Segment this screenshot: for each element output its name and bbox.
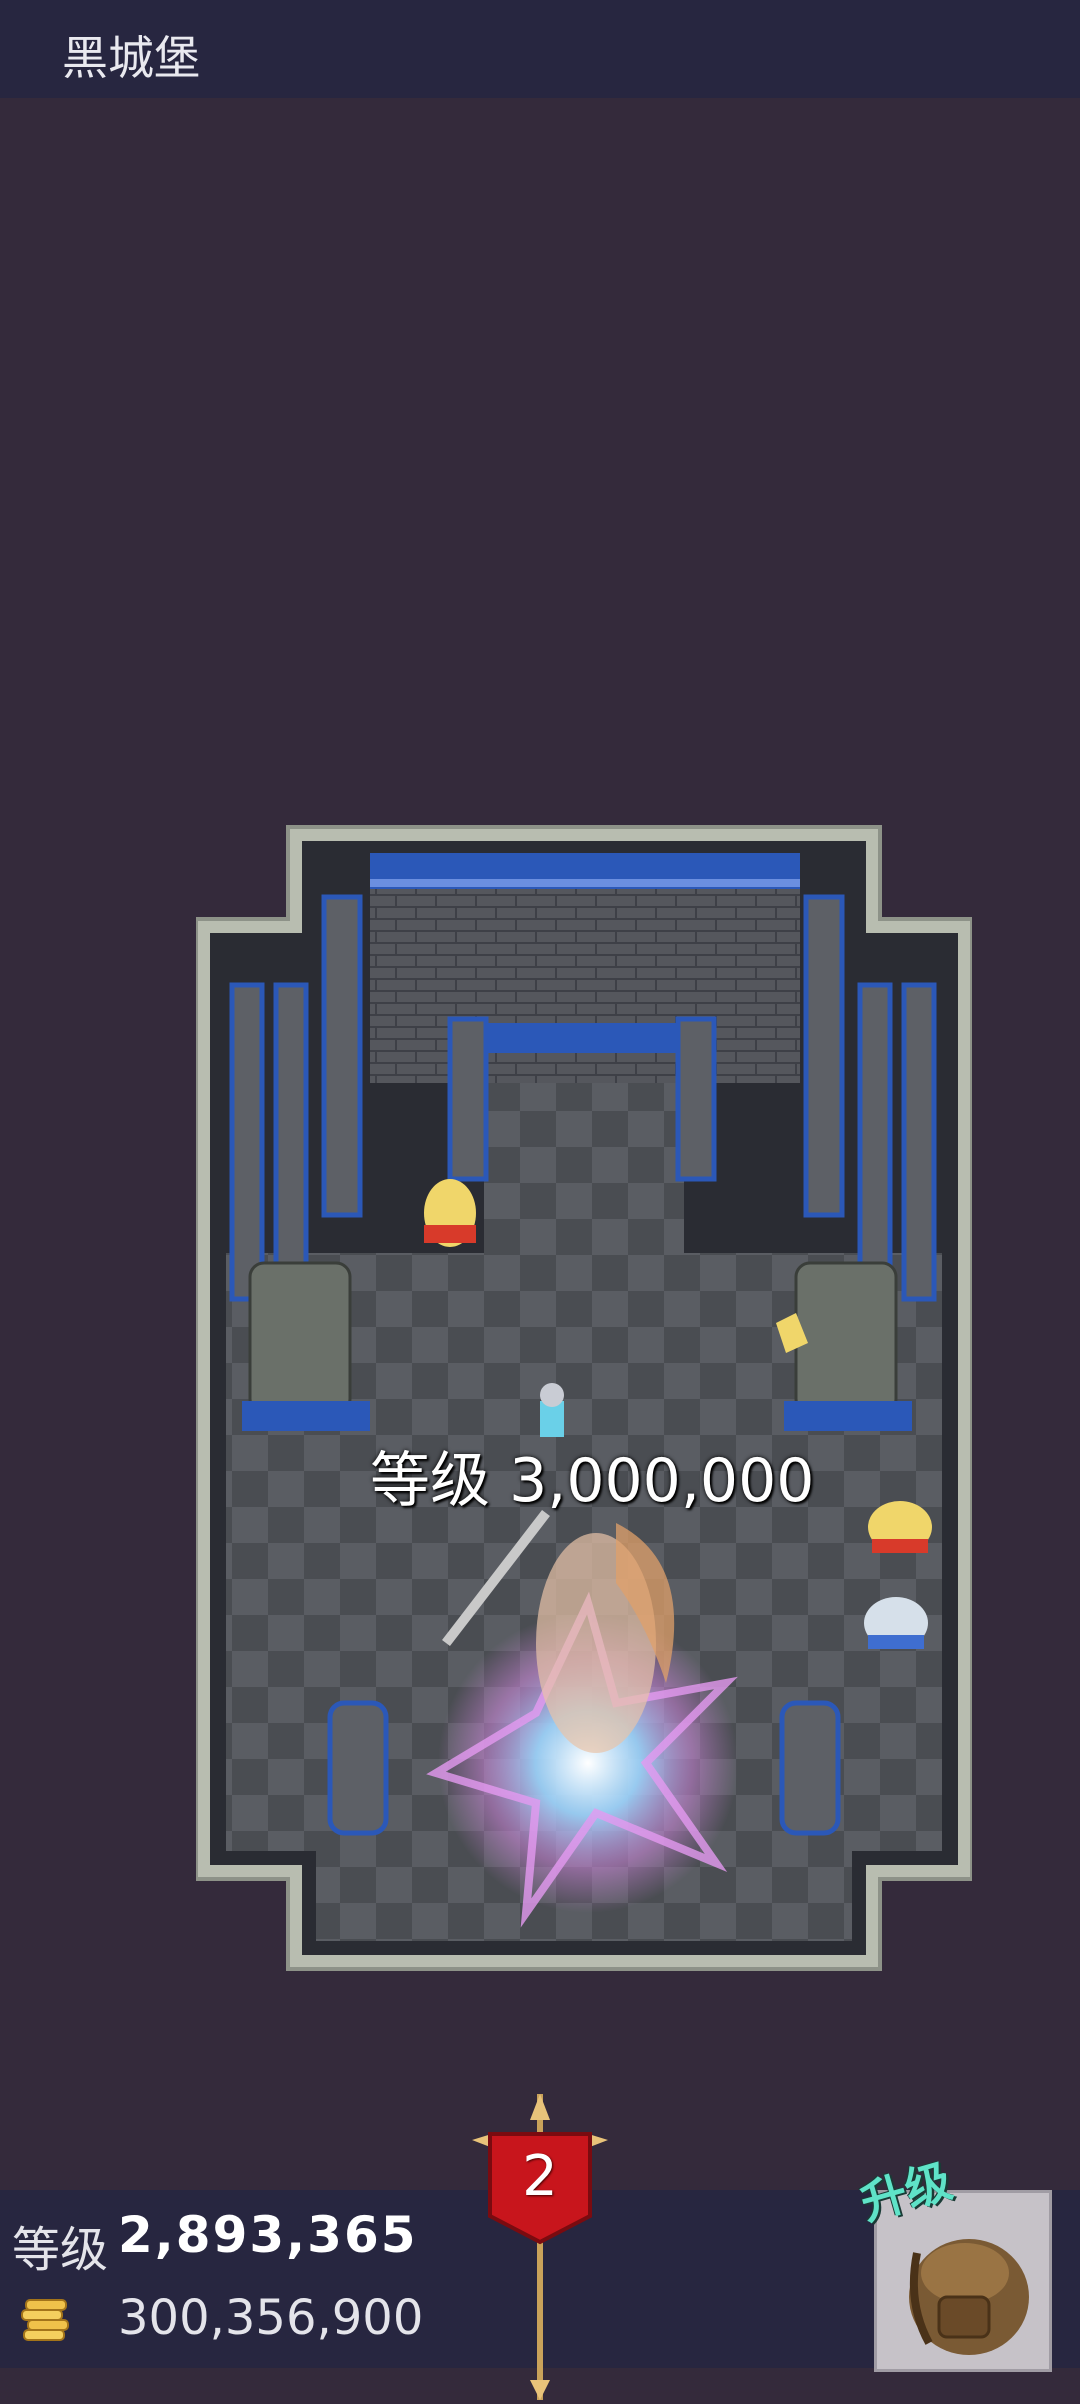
required-level-label: 等级 3,000,000 [370, 1446, 815, 1516]
location-title: 黑城堡 [62, 31, 200, 85]
stage-number: 2 [522, 2144, 558, 2209]
gold-amount: 300,356,900 [118, 2290, 424, 2346]
player-level-label: 等级 [12, 2222, 109, 2278]
stage-banner[interactable] [468, 2094, 612, 2400]
gold-coins-icon [20, 2296, 72, 2342]
player-level-value: 2,893,365 [118, 2206, 418, 2264]
dungeon-room[interactable] [196, 823, 972, 1973]
